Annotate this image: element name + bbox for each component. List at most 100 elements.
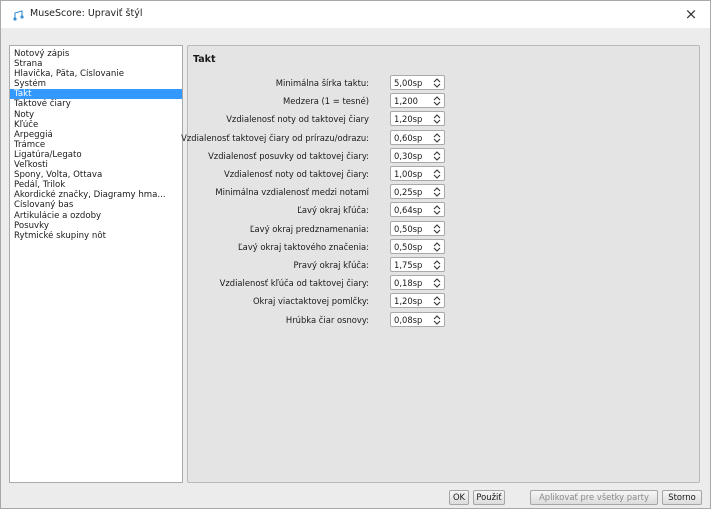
setting-label: Medzera (1 = tesné) bbox=[283, 96, 369, 107]
sidebar-item[interactable]: Pedál, Trilok bbox=[10, 180, 182, 190]
setting-spinbox[interactable]: 1,20sp bbox=[390, 293, 445, 309]
setting-value: 0,08sp bbox=[394, 314, 423, 325]
spin-arrows-icon[interactable] bbox=[433, 204, 441, 216]
setting-label: Vzdialenosť posuvky od taktovej čiary: bbox=[208, 150, 369, 161]
setting-spinbox[interactable]: 0,30sp bbox=[390, 147, 445, 163]
sidebar-item[interactable]: Posuvky bbox=[10, 221, 182, 231]
setting-value: 0,60sp bbox=[394, 132, 423, 143]
setting-spinbox[interactable]: 0,25sp bbox=[390, 184, 445, 200]
setting-row: Vzdialenosť noty od taktovej čiary: 1,00s… bbox=[188, 166, 488, 182]
style-dialog-window: MuseScore: Upraviť štýl × Notový zápis St… bbox=[0, 0, 711, 509]
setting-label: Minimálna vzdialenosť medzi notami bbox=[215, 187, 369, 198]
spin-arrows-icon[interactable] bbox=[433, 113, 441, 125]
setting-row: Vzdialenosť noty od taktovej čiary 1,20sp bbox=[188, 111, 488, 127]
setting-spinbox[interactable]: 0,50sp bbox=[390, 220, 445, 236]
style-category-list[interactable]: Notový zápis Strana Hlavička, Päta, Číslov… bbox=[9, 45, 183, 483]
setting-value: 0,18sp bbox=[394, 278, 423, 289]
setting-row: Medzera (1 = tesné) 1,200 bbox=[188, 93, 488, 109]
setting-spinbox[interactable]: 0,18sp bbox=[390, 275, 445, 291]
sidebar-item[interactable]: Veľkosti bbox=[10, 160, 182, 170]
setting-label: Okraj viactaktovej pomlčky: bbox=[252, 296, 369, 307]
setting-value: 0,50sp bbox=[394, 241, 423, 252]
setting-label: Vzdialenosť kľúča od taktovej čiary: bbox=[219, 278, 369, 289]
sidebar-item[interactable]: Artikulácie a ozdoby bbox=[10, 211, 182, 221]
panel-title: Takt bbox=[193, 54, 216, 65]
close-icon[interactable]: × bbox=[682, 5, 700, 23]
setting-row: Vzdialenosť kľúča od taktovej čiary: 0,18… bbox=[188, 275, 488, 291]
setting-row: Vzdialenosť taktovej čiary od prírazu/od… bbox=[181, 129, 488, 146]
setting-label: Vzdialenosť noty od taktovej čiary: bbox=[223, 169, 369, 179]
sidebar-item[interactable]: Notový zápis bbox=[10, 49, 182, 59]
sidebar-item[interactable]: Arpeggiá bbox=[10, 130, 182, 140]
setting-spinbox[interactable]: 1,75sp bbox=[390, 257, 445, 272]
setting-value: 1,20sp bbox=[394, 296, 423, 307]
sidebar-item[interactable]: Systém bbox=[10, 79, 182, 89]
sidebar-item[interactable]: Spony, Volta, Ottava bbox=[10, 170, 182, 180]
setting-value: 0,30sp bbox=[394, 150, 423, 161]
sidebar-item[interactable]: Strana bbox=[10, 59, 182, 69]
sidebar-item[interactable]: Akordické značky, Diagramy hma... bbox=[10, 190, 182, 200]
setting-label: Vzdialenosť noty od taktovej čiary bbox=[226, 114, 369, 125]
setting-value: 1,00sp bbox=[394, 169, 423, 179]
setting-label: Hrúbka čiar osnovy: bbox=[285, 314, 369, 325]
apply-button[interactable]: Použiť bbox=[473, 490, 505, 505]
setting-row: Ľavý okraj predznamenania: 0,50sp bbox=[188, 220, 488, 237]
spin-arrows-icon[interactable] bbox=[433, 132, 441, 144]
spin-arrows-icon[interactable] bbox=[433, 168, 441, 180]
setting-spinbox[interactable]: 5,00sp bbox=[390, 75, 445, 90]
spin-arrows-icon[interactable] bbox=[433, 95, 441, 107]
setting-value: 5,00sp bbox=[394, 78, 423, 88]
setting-label: Minimálna šírka taktu: bbox=[275, 78, 369, 88]
spin-arrows-icon[interactable] bbox=[433, 223, 441, 235]
setting-row: Vzdialenosť posuvky od taktovej čiary: 0,… bbox=[188, 147, 488, 164]
setting-row: Pravý okraj kľúča: 1,75sp bbox=[188, 257, 488, 273]
sidebar-item[interactable]: Ligatúra/Legato bbox=[10, 150, 182, 160]
spin-arrows-icon[interactable] bbox=[433, 259, 441, 271]
spin-arrows-icon[interactable] bbox=[433, 277, 441, 289]
setting-value: 0,64sp bbox=[394, 205, 423, 216]
setting-spinbox[interactable]: 0,64sp bbox=[390, 202, 445, 218]
sidebar-item[interactable]: Kľúče bbox=[10, 120, 182, 130]
title-bar: MuseScore: Upraviť štýl × bbox=[1, 1, 710, 29]
setting-spinbox[interactable]: 0,60sp bbox=[390, 129, 445, 145]
setting-label: Vzdialenosť taktovej čiary od prírazu/od… bbox=[181, 132, 369, 143]
spin-arrows-icon[interactable] bbox=[433, 314, 441, 326]
cancel-button[interactable]: Storno bbox=[662, 490, 702, 505]
setting-row: Okraj viactaktovej pomlčky: 1,20sp bbox=[188, 293, 488, 309]
settings-panel: Takt Minimálna šírka taktu: 5,00sp Medzera… bbox=[181, 45, 700, 483]
setting-label: Ľavý okraj taktového značenia: bbox=[238, 241, 369, 252]
sidebar-item[interactable]: Trámce bbox=[10, 140, 182, 150]
window-title: MuseScore: Upraviť štýl bbox=[30, 8, 143, 19]
setting-value: 1,75sp bbox=[394, 260, 423, 270]
category-list: Notový zápis Strana Hlavička, Päta, Číslov… bbox=[10, 46, 182, 241]
setting-label: Ľavý okraj kľúča: bbox=[297, 205, 369, 216]
setting-value: 1,20sp bbox=[394, 114, 423, 125]
sidebar-item[interactable]: Rytmické skupiny nôt bbox=[10, 231, 182, 241]
setting-spinbox[interactable]: 0,08sp bbox=[390, 311, 445, 327]
sidebar-item[interactable]: Taktové čiary bbox=[10, 99, 182, 109]
spin-arrows-icon[interactable] bbox=[433, 150, 441, 162]
sidebar-item[interactable]: Takt bbox=[10, 89, 182, 100]
sidebar-item[interactable]: Číslovaný bas bbox=[10, 200, 182, 210]
setting-label: Ľavý okraj predznamenania: bbox=[249, 223, 369, 234]
setting-spinbox[interactable]: 1,200 bbox=[390, 93, 445, 109]
spin-arrows-icon[interactable] bbox=[433, 241, 441, 253]
setting-label: Pravý okraj kľúča: bbox=[293, 260, 369, 270]
ok-button[interactable]: OK bbox=[449, 490, 469, 505]
spin-arrows-icon[interactable] bbox=[433, 186, 441, 198]
musescore-icon bbox=[13, 10, 24, 21]
setting-spinbox[interactable]: 0,50sp bbox=[390, 238, 445, 254]
setting-row: Ľavý okraj kľúča: 0,64sp bbox=[188, 202, 488, 218]
setting-spinbox[interactable]: 1,20sp bbox=[390, 111, 445, 127]
setting-row: Minimálna vzdialenosť medzi notami 0,25sp bbox=[188, 184, 488, 200]
setting-value: 0,50sp bbox=[394, 223, 423, 234]
apply-all-parts-button[interactable]: Aplikovať pre všetky party bbox=[530, 490, 658, 505]
spin-arrows-icon[interactable] bbox=[433, 77, 441, 89]
spin-arrows-icon[interactable] bbox=[433, 295, 441, 307]
setting-value: 1,200 bbox=[394, 96, 418, 107]
sidebar-item[interactable]: Hlavička, Päta, Číslovanie bbox=[10, 69, 182, 79]
setting-value: 0,25sp bbox=[394, 187, 423, 198]
sidebar-item[interactable]: Noty bbox=[10, 110, 182, 120]
setting-spinbox[interactable]: 1,00sp bbox=[390, 166, 445, 181]
setting-row: Hrúbka čiar osnovy: 0,08sp bbox=[188, 311, 488, 328]
